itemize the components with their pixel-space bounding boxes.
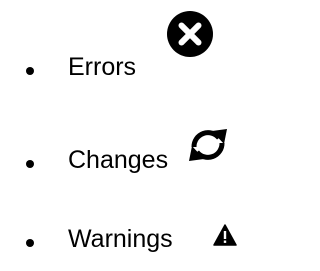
legend-item-errors: Errors xyxy=(0,11,250,100)
legend-item-warnings: Warnings xyxy=(0,210,250,270)
sync-arrows-icon xyxy=(186,125,230,165)
error-x-circle-icon xyxy=(166,10,214,58)
legend-list: Errors Changes Warnings xyxy=(0,0,250,271)
bullet-point xyxy=(26,239,34,247)
legend-label-changes: Changes xyxy=(68,146,169,174)
bullet-point xyxy=(26,160,34,168)
bullet-point xyxy=(26,67,34,75)
warning-triangle-icon xyxy=(213,224,237,246)
legend-item-changes: Changes xyxy=(0,129,250,195)
legend-label-warnings: Warnings xyxy=(68,225,173,253)
legend-label-errors: Errors xyxy=(68,53,137,81)
